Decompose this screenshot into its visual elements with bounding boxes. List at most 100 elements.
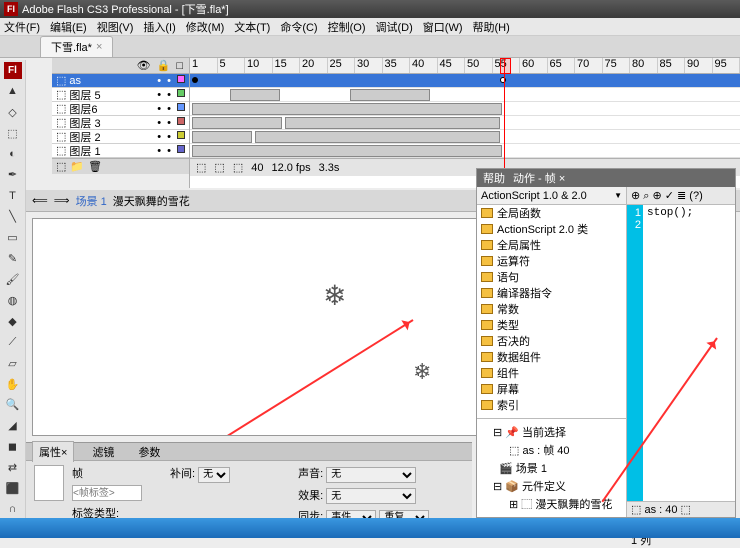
selection-tool[interactable]: ▲ bbox=[4, 83, 22, 100]
frame-ruler[interactable]: 15101520253035404550556065707580859095 bbox=[190, 58, 740, 74]
category-item[interactable]: 组件 bbox=[477, 365, 626, 381]
playhead[interactable] bbox=[504, 58, 505, 170]
rectangle-tool[interactable]: ▭ bbox=[4, 229, 22, 246]
ruler-tick[interactable]: 95 bbox=[713, 58, 740, 73]
frame-track[interactable] bbox=[190, 130, 740, 144]
magnet-tool[interactable]: ∩ bbox=[4, 501, 22, 518]
scene-breadcrumb[interactable]: 场景 1 bbox=[76, 193, 107, 209]
frame-track[interactable] bbox=[190, 74, 740, 88]
stroke-color[interactable]: ◢ bbox=[4, 417, 22, 434]
frame-track[interactable] bbox=[190, 88, 740, 102]
tween-select[interactable]: 无 bbox=[198, 467, 230, 483]
code-editor[interactable]: 1 2 stop(); bbox=[627, 205, 735, 501]
ruler-tick[interactable]: 70 bbox=[575, 58, 603, 73]
category-item[interactable]: 屏幕 bbox=[477, 381, 626, 397]
snap-tool[interactable]: ⬛ bbox=[4, 480, 22, 497]
menu-modify[interactable]: 修改(M) bbox=[186, 19, 225, 35]
ruler-tick[interactable]: 15 bbox=[273, 58, 301, 73]
line-tool[interactable]: ╲ bbox=[4, 208, 22, 225]
visibility-icon[interactable]: 👁 bbox=[137, 59, 151, 72]
tab-help[interactable]: 帮助 bbox=[483, 170, 505, 186]
ruler-tick[interactable]: 65 bbox=[548, 58, 576, 73]
onion-skin-button[interactable]: ⬚ bbox=[233, 161, 243, 174]
menu-file[interactable]: 文件(F) bbox=[4, 19, 40, 35]
ink-bottle-tool[interactable]: ◍ bbox=[4, 292, 22, 309]
menu-edit[interactable]: 编辑(E) bbox=[50, 19, 87, 35]
new-layer-button[interactable]: ⬚ bbox=[56, 160, 66, 173]
ruler-tick[interactable]: 85 bbox=[658, 58, 686, 73]
snowflake-symbol[interactable]: ❄ bbox=[323, 279, 346, 312]
effect-select[interactable]: 无 bbox=[326, 488, 416, 504]
ruler-tick[interactable]: 25 bbox=[328, 58, 356, 73]
ruler-tick[interactable]: 80 bbox=[630, 58, 658, 73]
zoom-tool[interactable]: 🔍 bbox=[4, 397, 22, 414]
category-item[interactable]: 否决的 bbox=[477, 333, 626, 349]
category-item[interactable]: 全局函数 bbox=[477, 205, 626, 221]
ruler-tick[interactable]: 1 bbox=[190, 58, 218, 73]
ruler-tick[interactable]: 45 bbox=[438, 58, 466, 73]
category-item[interactable]: 运算符 bbox=[477, 253, 626, 269]
menu-debug[interactable]: 调试(D) bbox=[376, 19, 413, 35]
ruler-tick[interactable]: 50 bbox=[465, 58, 493, 73]
text-tool[interactable]: T bbox=[4, 187, 22, 204]
snowflake-symbol[interactable]: ❄ bbox=[413, 359, 431, 385]
ruler-tick[interactable]: 60 bbox=[520, 58, 548, 73]
paint-bucket-tool[interactable]: ◆ bbox=[4, 313, 22, 330]
lasso-tool[interactable]: ◐ bbox=[4, 146, 22, 163]
tab-parameters[interactable]: 参数 bbox=[132, 442, 166, 462]
ruler-tick[interactable]: 90 bbox=[685, 58, 713, 73]
pencil-tool[interactable]: ✎ bbox=[4, 250, 22, 267]
frame-track[interactable] bbox=[190, 116, 740, 130]
back-button[interactable]: ⟸ bbox=[32, 194, 48, 207]
windows-taskbar[interactable] bbox=[0, 518, 740, 538]
category-item[interactable]: 全局属性 bbox=[477, 237, 626, 253]
layer-row[interactable]: ⬚ 图层 1 •• bbox=[52, 144, 189, 158]
menu-window[interactable]: 窗口(W) bbox=[423, 19, 463, 35]
code-text[interactable]: stop(); bbox=[643, 205, 735, 501]
symbol-breadcrumb[interactable]: 漫天飘舞的雪花 bbox=[113, 193, 190, 209]
outline-icon[interactable]: □ bbox=[176, 60, 183, 72]
tab-filters[interactable]: 滤镜 bbox=[86, 442, 120, 462]
category-item[interactable]: 索引 bbox=[477, 397, 626, 413]
ruler-tick[interactable]: 75 bbox=[603, 58, 631, 73]
category-item[interactable]: 数据组件 bbox=[477, 349, 626, 365]
tree-item[interactable]: ⬚ as : 帧 40 bbox=[481, 441, 622, 459]
close-icon[interactable]: × bbox=[96, 41, 102, 53]
ruler-tick[interactable]: 35 bbox=[383, 58, 411, 73]
actionscript-version-dropdown[interactable]: ActionScript 1.0 & 2.0 ▼ bbox=[477, 187, 626, 205]
ruler-tick[interactable]: 5 bbox=[218, 58, 246, 73]
onion-skin-button[interactable]: ⬚ bbox=[196, 161, 206, 174]
swap-colors[interactable]: ⇄ bbox=[4, 459, 22, 476]
tree-scene[interactable]: 🎬 场景 1 bbox=[481, 459, 622, 477]
frame-track[interactable] bbox=[190, 102, 740, 116]
menu-insert[interactable]: 插入(I) bbox=[143, 19, 175, 35]
tab-actions[interactable]: 动作 - 帧 × bbox=[513, 170, 565, 186]
new-folder-button[interactable]: 📁 bbox=[70, 160, 84, 173]
hand-tool[interactable]: ✋ bbox=[4, 376, 22, 393]
sound-select[interactable]: 无 bbox=[326, 467, 416, 483]
brush-tool[interactable]: 🖌 bbox=[4, 271, 22, 288]
category-item[interactable]: 常数 bbox=[477, 301, 626, 317]
forward-button[interactable]: ⟹ bbox=[54, 194, 70, 207]
tab-properties[interactable]: 属性× bbox=[32, 441, 74, 462]
tree-symbol[interactable]: ⊞ ⬚ 漫天飘舞的雪花 bbox=[481, 495, 622, 513]
category-item[interactable]: 编译器指令 bbox=[477, 285, 626, 301]
delete-layer-button[interactable]: 🗑 bbox=[88, 160, 102, 173]
lock-icon[interactable]: 🔒 bbox=[157, 59, 171, 72]
free-transform-tool[interactable]: ⬚ bbox=[4, 125, 22, 142]
frame-tag-input[interactable] bbox=[72, 485, 142, 501]
code-toolbar-buttons[interactable]: ⊕ ⌕ ⊕ ✓ ≣ (?) bbox=[631, 189, 703, 203]
category-item[interactable]: ActionScript 2.0 类 bbox=[477, 221, 626, 237]
menu-help[interactable]: 帮助(H) bbox=[473, 19, 510, 35]
eraser-tool[interactable]: ▱ bbox=[4, 355, 22, 372]
menu-commands[interactable]: 命令(C) bbox=[280, 19, 317, 35]
ruler-tick[interactable]: 10 bbox=[245, 58, 273, 73]
category-item[interactable]: 类型 bbox=[477, 317, 626, 333]
pen-tool[interactable]: ✒ bbox=[4, 167, 22, 184]
ruler-tick[interactable]: 30 bbox=[355, 58, 383, 73]
onion-skin-button[interactable]: ⬚ bbox=[214, 161, 224, 174]
ruler-tick[interactable]: 20 bbox=[300, 58, 328, 73]
eyedropper-tool[interactable]: ⟋ bbox=[4, 334, 22, 351]
tree-current-selection[interactable]: ⊟ 📌 当前选择 bbox=[481, 423, 622, 441]
fill-color[interactable]: ◼ bbox=[4, 438, 22, 455]
